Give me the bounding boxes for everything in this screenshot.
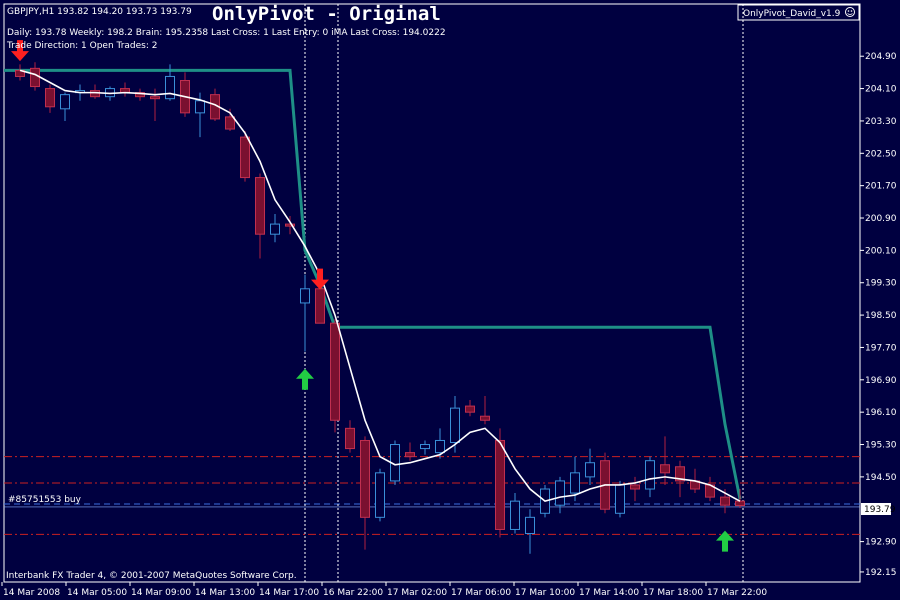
candle-body[interactable] [30, 67, 40, 88]
y-tick-label: 197.70 [865, 343, 897, 353]
candle-body[interactable] [255, 177, 265, 235]
x-tick-label: 16 Mar 22:00 [323, 588, 383, 598]
candle-body[interactable] [375, 472, 385, 518]
x-tick-label: 17 Mar 02:00 [387, 588, 447, 598]
smiley-icon [845, 7, 855, 17]
candle-body[interactable] [300, 288, 310, 304]
y-tick-label: 204.90 [865, 52, 897, 62]
candle-body[interactable] [330, 322, 340, 421]
y-tick-label: 204.10 [865, 85, 897, 95]
symbol-info: GBPJPY,H1 193.82 194.20 193.73 193.79 [7, 7, 192, 17]
candle-body[interactable] [150, 96, 160, 100]
y-tick-label: 196.10 [865, 408, 897, 418]
moving-average-line [19, 69, 741, 503]
x-tick-label: 17 Mar 18:00 [643, 588, 703, 598]
x-tick-label: 17 Mar 06:00 [451, 588, 511, 598]
candle-body[interactable] [435, 439, 445, 454]
info-line-2: Trade Direction: 1 Open Trades: 2 [6, 41, 158, 51]
y-tick-label: 192.15 [865, 568, 897, 578]
plot-frame [3, 3, 861, 583]
buy-arrow-icon [716, 530, 734, 552]
candle-body[interactable] [480, 415, 490, 421]
candle-body[interactable] [270, 223, 280, 235]
candle-body[interactable] [585, 462, 595, 478]
candle-body[interactable] [45, 88, 55, 108]
candle-body[interactable] [495, 439, 505, 530]
y-tick-label: 199.30 [865, 279, 897, 289]
pivot-line [4, 68, 742, 500]
candle-body[interactable] [660, 464, 670, 474]
y-tick-label: 198.50 [865, 311, 897, 321]
candle-body[interactable] [510, 500, 520, 530]
x-tick-label: 14 Mar 17:00 [259, 588, 319, 598]
y-tick-label: 203.30 [865, 117, 897, 127]
candle-body[interactable] [450, 407, 460, 444]
price-chart[interactable]: 204.90 204.10 203.30 202.50 201.70 200.90 200.… [0, 0, 900, 600]
indicator-name: OnlyPivot_David_v1.9 [743, 9, 841, 19]
x-tick-label: 17 Mar 22:00 [707, 588, 767, 598]
y-tick-label: 194.50 [865, 473, 897, 483]
candle-body[interactable] [630, 484, 640, 490]
x-tick-label: 14 Mar 2008 [3, 588, 60, 598]
candle-body[interactable] [90, 90, 100, 98]
candle-body[interactable] [615, 484, 625, 514]
x-tick-label: 14 Mar 05:00 [67, 588, 127, 598]
candle-body[interactable] [240, 136, 250, 179]
chart-window[interactable]: 204.90 204.10 203.30 202.50 201.70 200.90 200.… [0, 0, 900, 600]
x-tick-label: 14 Mar 09:00 [131, 588, 191, 598]
candle-body[interactable] [645, 460, 655, 490]
candle-body[interactable] [360, 439, 370, 518]
x-tick-label: 17 Mar 14:00 [579, 588, 639, 598]
chart-title: OnlyPivot - Original [212, 3, 441, 25]
x-tick-label: 14 Mar 13:00 [195, 588, 255, 598]
candle-body[interactable] [60, 94, 70, 110]
current-price-label: 193.79 [864, 505, 896, 515]
candle-body[interactable] [570, 472, 580, 494]
info-line-1: Daily: 193.78 Weekly: 198.2 Brain: 195.2… [7, 28, 446, 38]
candle-body[interactable] [555, 480, 565, 506]
candle-body[interactable] [735, 500, 745, 507]
candle-body[interactable] [525, 516, 535, 535]
y-tick-label: 201.70 [865, 182, 897, 192]
buy-arrow-icon [296, 368, 314, 390]
y-tick-label: 196.90 [865, 376, 897, 386]
x-tick-label: 17 Mar 10:00 [515, 588, 575, 598]
footer-copyright: Interbank FX Trader 4, © 2001-2007 MetaQ… [6, 571, 297, 581]
candle-body[interactable] [315, 288, 325, 324]
y-tick-label: 192.90 [865, 538, 897, 548]
candle-body[interactable] [345, 427, 355, 450]
candle-body[interactable] [225, 116, 235, 130]
y-tick-label: 195.30 [865, 441, 897, 451]
candle-body[interactable] [465, 405, 475, 413]
y-tick-label: 202.50 [865, 149, 897, 159]
candle-body[interactable] [405, 452, 415, 458]
y-tick-label: 200.10 [865, 246, 897, 256]
y-tick-label: 200.90 [865, 214, 897, 224]
order-label: #85751553 buy [8, 495, 82, 505]
candle-body[interactable] [195, 100, 205, 114]
candle-body[interactable] [420, 444, 430, 450]
candle-body[interactable] [720, 496, 730, 506]
candle-body[interactable] [165, 75, 175, 100]
